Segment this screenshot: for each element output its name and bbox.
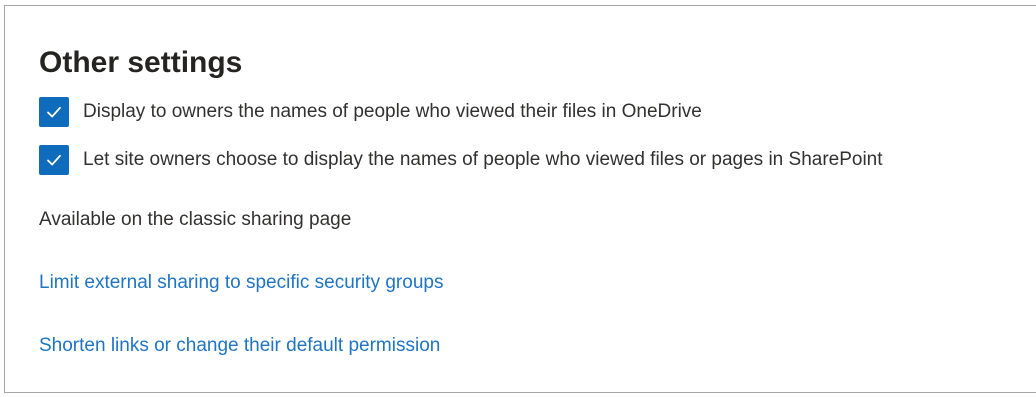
onedrive-viewers-label: Display to owners the names of people wh… xyxy=(83,101,702,122)
sharepoint-viewers-checkbox[interactable] xyxy=(39,145,69,175)
checkmark-icon xyxy=(47,106,61,118)
other-settings-panel: Other settings Display to owners the nam… xyxy=(4,5,1036,393)
classic-sharing-note: Available on the classic sharing page xyxy=(39,209,352,230)
section-title: Other settings xyxy=(39,46,243,79)
shorten-links-link[interactable]: Shorten links or change their default pe… xyxy=(39,334,440,358)
checkbox-row-sharepoint-viewers[interactable]: Let site owners choose to display the na… xyxy=(39,144,883,176)
sharepoint-viewers-label: Let site owners choose to display the na… xyxy=(83,149,883,170)
checkbox-row-onedrive-viewers[interactable]: Display to owners the names of people wh… xyxy=(39,96,702,128)
limit-external-sharing-link[interactable]: Limit external sharing to specific secur… xyxy=(39,271,443,295)
onedrive-viewers-checkbox[interactable] xyxy=(39,97,69,127)
checkmark-icon xyxy=(47,154,61,166)
